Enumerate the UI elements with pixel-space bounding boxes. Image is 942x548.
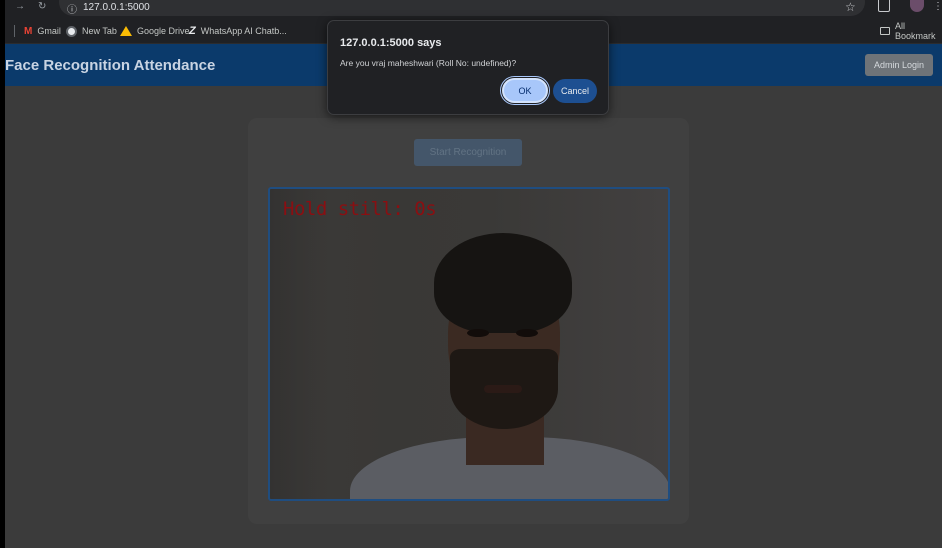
drive-icon [120,26,132,36]
site-info-icon[interactable]: ⓘ [67,1,77,16]
bookmark-label: Google Drive [137,26,190,36]
browser-window: → ↻ ⓘ 127.0.0.1:5000 ☆ ⋮ M Gmail New Tab… [5,0,942,548]
bookmark-whatsapp-ai[interactable]: Z WhatsApp AI Chatb... [189,18,287,44]
folder-icon [880,27,890,35]
extensions-icon[interactable] [878,0,890,12]
bookmark-label: WhatsApp AI Chatb... [200,26,287,36]
video-background [270,189,330,499]
reload-icon[interactable]: ↻ [38,1,46,12]
url-text[interactable]: 127.0.0.1:5000 [83,2,150,13]
start-recognition-button[interactable]: Start Recognition [414,139,522,166]
dialog-message: Are you vraj maheshwari (Roll No: undefi… [340,58,517,68]
ok-button[interactable]: OK [500,76,550,105]
all-bookmarks[interactable]: All Bookmark [880,18,942,44]
bookmarks-separator [14,25,15,37]
page-title: Face Recognition Attendance [5,57,216,74]
bookmark-label: New Tab [82,26,117,36]
z-icon: Z [189,25,196,37]
bookmark-gmail[interactable]: M Gmail [24,18,61,44]
admin-login-button[interactable]: Admin Login [865,54,933,76]
address-row: → ↻ ⓘ 127.0.0.1:5000 ☆ ⋮ [5,0,942,18]
alert-dialog: 127.0.0.1:5000 says Are you vraj maheshw… [327,20,609,115]
address-bar[interactable] [59,0,865,16]
person-eye-left [467,329,489,337]
person-mouth [484,385,522,393]
person-eye-right [516,329,538,337]
bookmark-label: Gmail [37,26,61,36]
forward-icon[interactable]: → [15,1,25,12]
chrome-icon [66,25,77,37]
all-bookmarks-label: All Bookmark [894,21,936,41]
bookmark-star-icon[interactable]: ☆ [845,0,856,14]
bookmark-google-drive[interactable]: Google Drive [120,18,190,44]
recognition-card: Start Recognition Hold still: 0s [248,118,689,524]
person-hair [434,233,572,333]
browser-menu-icon[interactable]: ⋮ [933,1,942,12]
cancel-button[interactable]: Cancel [553,79,597,103]
profile-avatar[interactable] [910,0,924,12]
webcam-feed: Hold still: 0s [268,187,670,501]
bookmark-new-tab[interactable]: New Tab [66,18,117,44]
gmail-icon: M [24,25,33,37]
dialog-title: 127.0.0.1:5000 says [340,37,442,49]
hold-still-overlay: Hold still: 0s [283,198,437,220]
